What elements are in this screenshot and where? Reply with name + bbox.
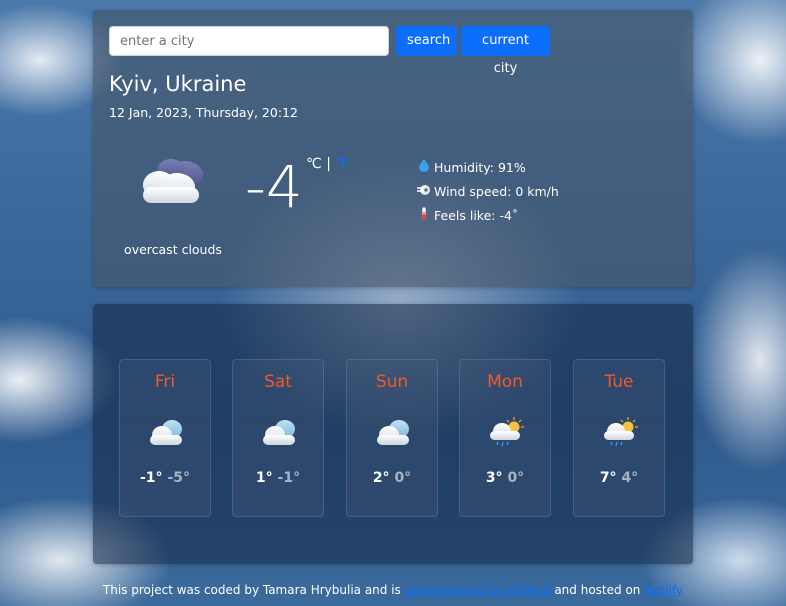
forecast-max: 7°: [599, 470, 617, 486]
github-link[interactable]: open-sourced on GitHub: [405, 583, 551, 597]
forecast-min: -5°: [167, 470, 190, 486]
footer-prefix: This project was coded by Tamara Hrybuli…: [102, 583, 405, 597]
humidity-row: Humidity: 91%: [417, 158, 559, 182]
humidity-text: Humidity: 91%: [434, 160, 526, 175]
forecast-max: 3°: [485, 470, 503, 486]
sun-cloud-rain-icon: [604, 417, 638, 447]
wind-row: Wind speed: 0 km/h: [417, 182, 559, 206]
weather-details: Humidity: 91% Wind speed: 0 km/h Feels l…: [417, 158, 559, 230]
forecast-max: 1°: [255, 470, 273, 486]
cloudy-icon: [150, 420, 182, 445]
forecast-temps: -1° -5°: [120, 470, 210, 486]
forecast-card: Fri -1° -5°: [119, 359, 211, 517]
forecast-temps: 7° 4°: [574, 470, 664, 486]
forecast-min: 4°: [621, 470, 639, 486]
forecast-max: -1°: [140, 470, 163, 486]
droplet-icon: [417, 158, 431, 178]
weather-description: overcast clouds: [124, 242, 222, 257]
forecast-day: Mon: [487, 372, 523, 392]
forecast-panel: Fri -1° -5° Sat 1° -1° Sun 2° 0° Mon 3° …: [93, 304, 693, 564]
wind-icon: [417, 182, 431, 202]
current-temperature: -4: [245, 153, 303, 221]
unit-separator: |: [326, 156, 331, 172]
cloudy-icon: [377, 420, 409, 445]
current-date: 12 Jan, 2023, Thursday, 20:12: [109, 105, 298, 120]
current-weather-panel: search current city Kyiv, Ukraine 12 Jan…: [93, 10, 693, 287]
current-city-button[interactable]: current city: [461, 26, 550, 76]
search-button[interactable]: search: [396, 26, 457, 56]
forecast-temps: 1° -1°: [233, 470, 323, 486]
forecast-min: 0°: [394, 470, 412, 486]
forecast-temps: 3° 0°: [460, 470, 550, 486]
netlify-link[interactable]: Netlify: [644, 583, 683, 597]
forecast-temps: 2° 0°: [347, 470, 437, 486]
forecast-card: Sat 1° -1°: [232, 359, 324, 517]
forecast-card: Mon 3° 0°: [459, 359, 551, 517]
forecast-max: 2°: [372, 470, 390, 486]
footer-middle: and hosted on: [550, 583, 645, 597]
forecast-min: -1°: [277, 470, 301, 486]
wind-text: Wind speed: 0 km/h: [434, 184, 559, 199]
city-name: Kyiv, Ukraine: [109, 72, 247, 96]
forecast-card: Sun 2° 0°: [346, 359, 438, 517]
celsius-unit[interactable]: ℃: [306, 156, 322, 172]
forecast-day: Fri: [154, 372, 176, 392]
sun-cloud-rain-icon: [490, 417, 524, 447]
feels-like-text: Feels like: -4˚: [434, 208, 519, 223]
forecast-day: Sun: [375, 372, 409, 392]
forecast-card: Tue 7° 4°: [573, 359, 665, 517]
forecast-min: 0°: [507, 470, 525, 486]
feels-like-row: Feels like: -4˚: [417, 206, 559, 230]
thermometer-icon: [417, 206, 431, 226]
fahrenheit-link[interactable]: ℉: [335, 156, 348, 172]
cloudy-icon: [263, 420, 295, 445]
city-search-input[interactable]: [109, 26, 389, 56]
overcast-clouds-icon: [143, 159, 203, 203]
forecast-day: Sat: [264, 372, 292, 392]
unit-toggle: ℃ | ℉: [306, 156, 349, 172]
footer: This project was coded by Tamara Hrybuli…: [0, 583, 786, 597]
forecast-day: Tue: [604, 372, 634, 392]
